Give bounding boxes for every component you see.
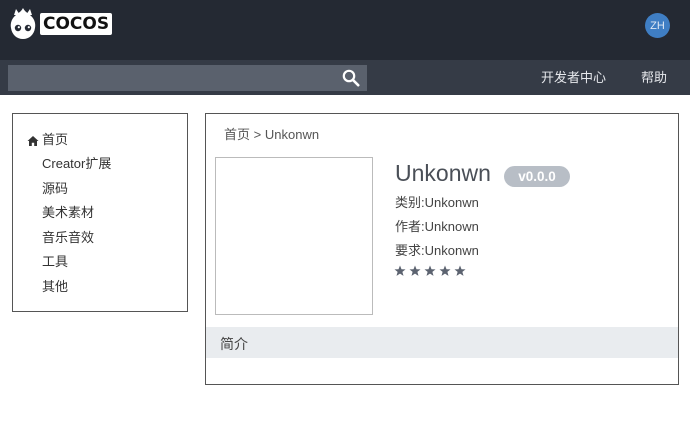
author-value: Unknown [424, 219, 479, 234]
breadcrumb-current: Unkonwn [264, 127, 320, 142]
search-icon [342, 69, 360, 87]
sidebar-item-tools[interactable]: 工具 [42, 253, 68, 271]
product-panel: 首页 > Unkonwn Unkonwn v0.0.0 类别:Unkonwn 作… [205, 113, 679, 385]
requirement-row: 要求:Unkonwn [395, 240, 479, 259]
intro-label: 简介 [220, 336, 248, 352]
sidebar-item-source-code[interactable]: 源码 [42, 180, 68, 198]
logo-wordmark: COCOS [40, 13, 113, 35]
breadcrumb-separator: > [253, 127, 262, 142]
star-icon [439, 265, 451, 276]
requirement-label: 要求: [395, 243, 425, 258]
category-sidebar: 首页 Creator扩展 源码 美术素材 音乐音效 工具 其他 [12, 113, 188, 312]
star-icon [454, 265, 466, 276]
sidebar-item-other[interactable]: 其他 [42, 278, 68, 296]
sidebar-item-creator-extensions[interactable]: Creator扩展 [42, 155, 111, 173]
category-row: 类别:Unkonwn [395, 192, 479, 211]
requirement-value: Unkonwn [424, 243, 479, 258]
product-title: Unkonwn [395, 160, 491, 186]
top-header: COCOS ZH [0, 0, 690, 60]
product-thumbnail [215, 157, 373, 315]
search-button[interactable] [340, 67, 362, 89]
sidebar-item-music-sound[interactable]: 音乐音效 [42, 229, 94, 247]
author-label: 作者: [395, 219, 425, 234]
category-label: 类别: [395, 195, 425, 210]
star-icon [394, 265, 406, 276]
nav-bar: 开发者中心 帮助 [0, 60, 690, 95]
user-avatar[interactable]: ZH [645, 13, 670, 38]
star-icon [409, 265, 421, 276]
cocos-logo-icon [10, 8, 36, 39]
nav-help[interactable]: 帮助 [641, 60, 667, 95]
star-icon [424, 265, 436, 276]
category-value: Unkonwn [424, 195, 479, 210]
breadcrumb-home[interactable]: 首页 [224, 127, 250, 142]
sidebar-item-art-assets[interactable]: 美术素材 [42, 204, 94, 222]
search-input[interactable] [8, 65, 338, 91]
home-icon [27, 136, 39, 146]
version-badge: v0.0.0 [504, 166, 570, 187]
breadcrumb: 首页 > Unkonwn [224, 124, 319, 143]
rating-stars [394, 265, 466, 277]
cocos-logo[interactable]: COCOS [8, 5, 113, 43]
intro-section-header[interactable]: 简介 [206, 327, 678, 358]
nav-developer-center[interactable]: 开发者中心 [541, 60, 606, 95]
sidebar-item-home[interactable]: 首页 [42, 131, 68, 149]
search-box [8, 65, 367, 91]
author-row: 作者:Unknown [395, 216, 479, 235]
